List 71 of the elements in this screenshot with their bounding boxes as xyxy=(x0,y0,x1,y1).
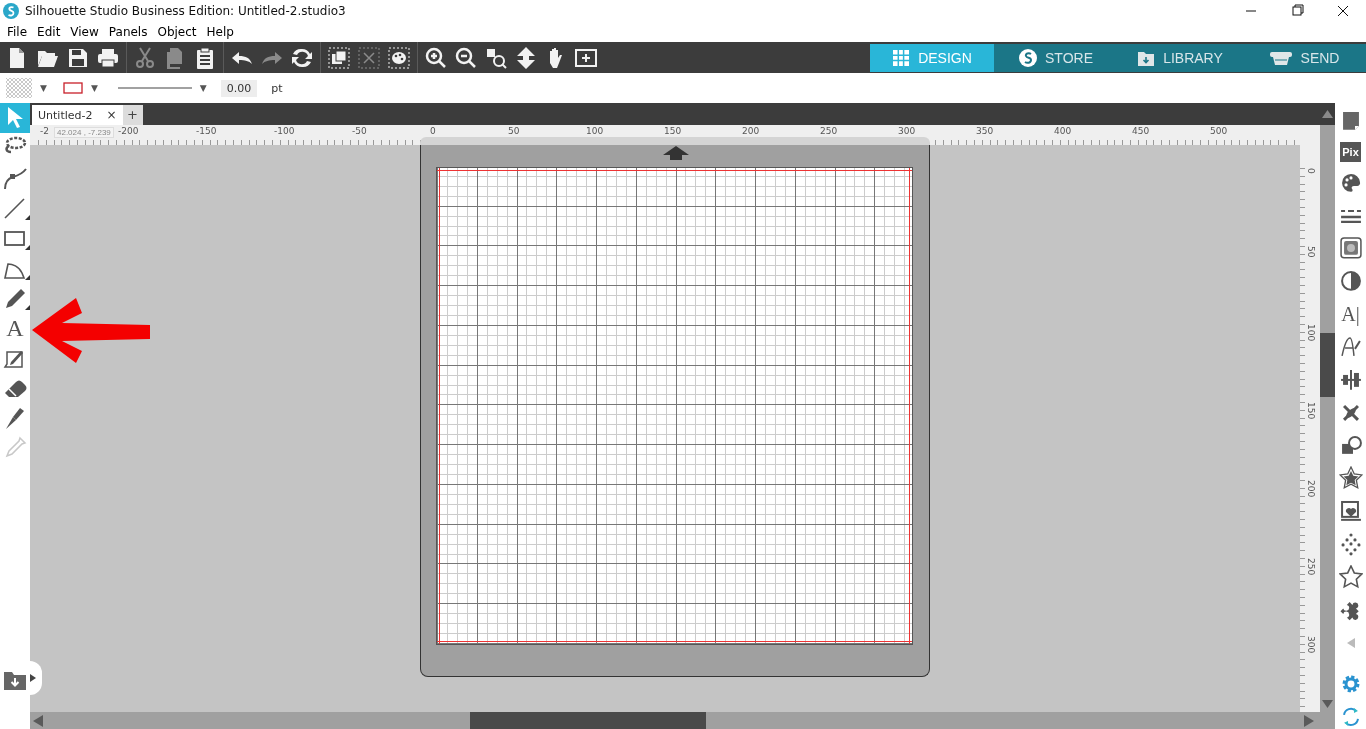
ruler-label: 300 xyxy=(898,126,916,136)
nav-tab[interactable]: SEND xyxy=(1242,44,1366,72)
scroll-right-icon[interactable] xyxy=(1302,713,1316,728)
scroll-down-icon[interactable] xyxy=(1321,699,1334,709)
text-tool[interactable]: A xyxy=(0,313,30,343)
dropdown-caret[interactable]: ▼ xyxy=(40,83,47,93)
dropdown-caret[interactable]: ▼ xyxy=(199,83,207,93)
close-tab-button[interactable]: × xyxy=(106,108,117,122)
ruler-label: 100 xyxy=(1306,324,1316,342)
scroll-up-icon[interactable] xyxy=(1321,109,1334,119)
nav-tab[interactable]: LIBRARY xyxy=(1118,44,1242,72)
document-tab-label: Untitled-2 xyxy=(38,108,93,122)
ruler-label: 250 xyxy=(820,126,838,136)
ruler-label: 250 xyxy=(1306,558,1316,576)
menu-item[interactable]: Help xyxy=(201,24,239,40)
ruler-label: -50 xyxy=(352,126,367,136)
scroll-thumb[interactable] xyxy=(470,712,706,729)
ruler-label: 350 xyxy=(976,126,994,136)
vertical-scrollbar[interactable] xyxy=(1320,125,1335,712)
ruler-label: 0 xyxy=(430,126,436,136)
grid-icon xyxy=(892,49,911,67)
ruler-label: 50 xyxy=(1306,246,1316,258)
pix-icon[interactable]: Pix xyxy=(1340,141,1361,162)
app-logo-icon xyxy=(3,3,19,19)
ruler-label: 100 xyxy=(586,126,604,136)
menu-item[interactable]: Edit xyxy=(32,24,66,40)
line-color-icon[interactable] xyxy=(62,82,83,94)
palette-icon[interactable] xyxy=(387,45,411,70)
ruler-label: 200 xyxy=(1306,480,1316,498)
dropdown-caret[interactable]: ▼ xyxy=(90,83,98,93)
coordinate-readout: 42.024 , -7.239 xyxy=(54,127,114,138)
text-panel-icon[interactable]: A| xyxy=(1341,302,1360,327)
horizontal-scrollbar[interactable] xyxy=(30,712,1335,729)
zoom-in-icon[interactable] xyxy=(424,45,448,70)
scroll-thumb[interactable] xyxy=(1320,333,1335,397)
ruler-label: -150 xyxy=(196,126,217,136)
window-title: Silhouette Studio Business Edition: Untitled-2.studio3 xyxy=(25,4,347,18)
nav-tab[interactable]: STORE xyxy=(994,44,1118,72)
menu-item[interactable]: Object xyxy=(152,24,202,40)
ruler-label: -200 xyxy=(118,126,139,136)
line-width-field[interactable]: 0.00 xyxy=(220,79,258,97)
document-tab[interactable]: Untitled-2 × xyxy=(32,105,123,125)
menu-item[interactable]: File xyxy=(2,24,33,40)
ruler-label: -2 xyxy=(40,126,49,136)
library-folder-icon[interactable] xyxy=(3,669,27,691)
ruler-label: 450 xyxy=(1132,126,1150,136)
group-icon[interactable] xyxy=(327,45,351,70)
ruler-label: 500 xyxy=(1210,126,1228,136)
trace-icon[interactable] xyxy=(1338,499,1363,524)
ruler-label: 150 xyxy=(664,126,682,136)
ruler-label: 0 xyxy=(1306,168,1316,174)
contrast-icon[interactable] xyxy=(1338,269,1363,294)
ruler-label: 300 xyxy=(1306,636,1316,654)
unit-label: pt xyxy=(271,81,283,95)
zoom-out-icon[interactable] xyxy=(454,45,478,70)
ruler-label: 50 xyxy=(508,126,520,136)
text-curve-icon[interactable] xyxy=(1338,335,1363,359)
machine-icon xyxy=(1268,49,1293,67)
offset-star-icon[interactable] xyxy=(1338,466,1363,491)
ruler-label: 400 xyxy=(1054,126,1072,136)
ruler-label: -100 xyxy=(274,126,295,136)
new-tab-button[interactable]: + xyxy=(122,105,143,125)
star-icon[interactable] xyxy=(1338,564,1363,589)
menu-item[interactable]: View xyxy=(65,24,104,40)
align-icon[interactable] xyxy=(1338,367,1363,392)
ruler-label: 200 xyxy=(742,126,760,136)
folder-icon xyxy=(1137,49,1156,67)
logo-icon xyxy=(1019,49,1037,67)
ruler-label: 150 xyxy=(1306,402,1316,420)
menu-item[interactable]: Panels xyxy=(103,24,153,40)
fill-pattern-icon[interactable] xyxy=(1338,236,1363,261)
